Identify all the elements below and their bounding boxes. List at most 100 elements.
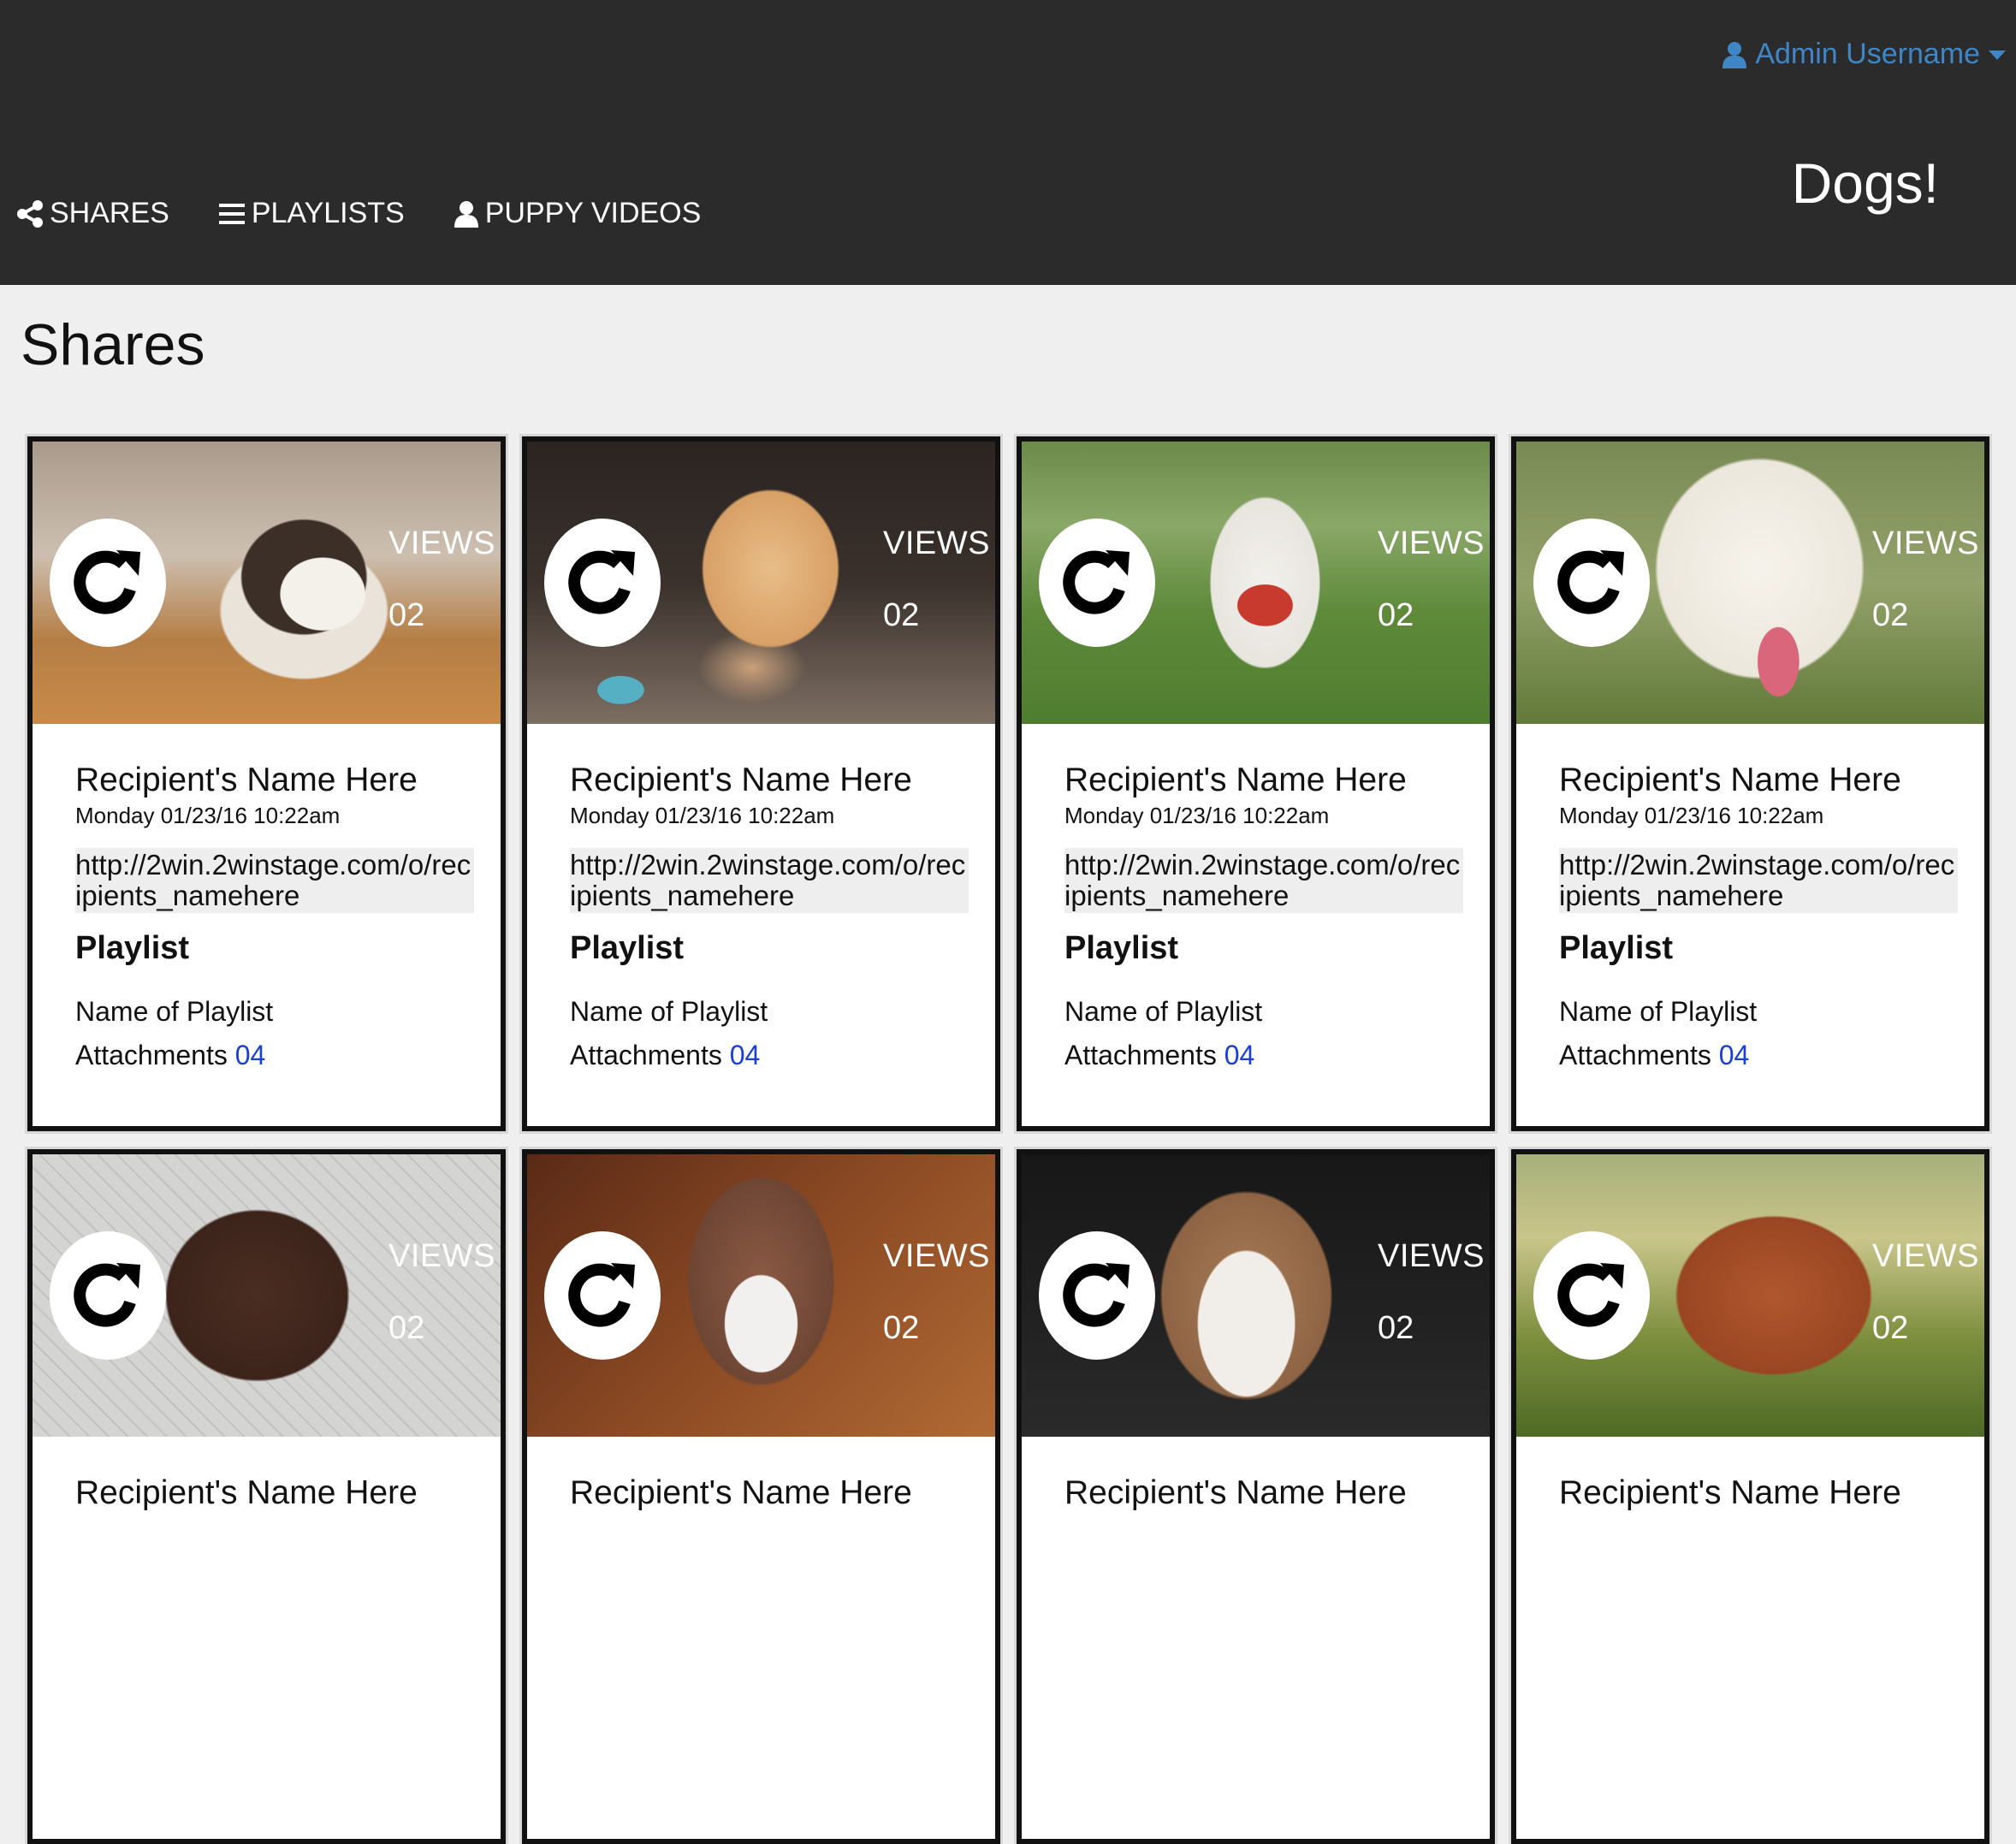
card-media: VIEWS 02 [527,442,995,724]
share-date: Monday 01/23/16 10:22am [75,803,341,828]
views-label: VIEWS [1378,1238,1485,1274]
card-body: Recipient's Name Here [527,1437,995,1512]
attachments-count[interactable]: 04 [1719,1040,1750,1070]
share-card[interactable]: VIEWS 02 Recipient's Name Here Monday 01… [522,436,1000,1131]
share-card[interactable]: VIEWS 02 Recipient's Name Here Monday 01… [1017,436,1495,1131]
views-label: VIEWS [388,1238,495,1274]
replay-button[interactable] [544,519,661,647]
views-label: VIEWS [1378,525,1485,561]
card-body: Recipient's Name Here [1516,1437,1984,1512]
replay-icon [74,550,140,614]
attachments-count[interactable]: 04 [730,1040,761,1070]
share-link[interactable]: http://2win.2winstage.com/o/recipients_n… [1559,848,1958,913]
card-body: Recipient's Name Here Monday 01/23/16 10… [1516,724,1984,1071]
share-card[interactable]: VIEWS 02 Recipient's Name Here Monday 01… [27,436,506,1131]
replay-button[interactable] [544,1231,661,1360]
views-label: VIEWS [883,525,990,561]
views-label: VIEWS [883,1238,990,1274]
views-count: 02 [1378,597,1414,633]
replay-icon [568,550,635,614]
replay-button[interactable] [1039,519,1155,647]
share-card[interactable]: VIEWS 02 Recipient's Name Here [1017,1149,1495,1844]
page-title: Shares [21,312,205,377]
site-title: Dogs! [1791,151,1939,215]
share-link[interactable]: http://2win.2winstage.com/o/recipients_n… [570,848,969,913]
attachments: Attachments 04 [1064,1040,1447,1071]
user-icon [454,200,478,228]
nav-puppy-videos-label: PUPPY VIDEOS [484,197,702,229]
playlist-name: Name of Playlist [1064,996,1263,1027]
recipient-name: Recipient's Name Here [75,762,418,798]
recipient-name: Recipient's Name Here [1064,1474,1407,1511]
share-date: Monday 01/23/16 10:22am [570,803,835,828]
user-menu[interactable]: Admin Username [1722,38,2006,71]
attachments: Attachments 04 [570,1040,952,1071]
replay-button[interactable] [50,1231,166,1360]
recipient-name: Recipient's Name Here [570,1474,912,1511]
views-count: 02 [883,597,920,633]
nav-playlists-label: PLAYLISTS [251,197,405,229]
replay-icon [1557,550,1624,614]
card-media: VIEWS 02 [1022,1154,1490,1437]
card-body: Recipient's Name Here Monday 01/23/16 10… [527,724,995,1071]
nav-puppy-videos[interactable]: PUPPY VIDEOS [454,197,702,230]
card-body: Recipient's Name Here Monday 01/23/16 10… [1022,724,1490,1071]
share-link[interactable]: http://2win.2winstage.com/o/recipients_n… [1064,848,1463,913]
views-count: 02 [1378,1310,1414,1346]
shares-grid: VIEWS 02 Recipient's Name Here Monday 01… [27,436,1989,1844]
replay-button[interactable] [50,519,166,647]
top-bar: Admin Username Dogs! SHARES PLAYLISTS PU… [0,0,2016,285]
replay-button[interactable] [1533,1231,1650,1360]
share-card[interactable]: VIEWS 02 Recipient's Name Here [522,1149,1000,1844]
views-count: 02 [388,1310,425,1346]
menu-icon [218,202,245,226]
attachments-count[interactable]: 04 [235,1040,266,1070]
card-media: VIEWS 02 [527,1154,995,1437]
nav-playlists[interactable]: PLAYLISTS [218,197,405,230]
share-date: Monday 01/23/16 10:22am [1064,803,1330,828]
card-body: Recipient's Name Here Monday 01/23/16 10… [33,724,501,1071]
share-icon [17,199,43,228]
playlist-heading: Playlist [1064,930,1179,966]
user-menu-label: Admin Username [1755,38,1980,70]
card-media: VIEWS 02 [1022,442,1490,724]
views-count: 02 [1872,597,1909,633]
recipient-name: Recipient's Name Here [1064,762,1407,798]
share-link[interactable]: http://2win.2winstage.com/o/recipients_n… [75,848,474,913]
attachments: Attachments 04 [1559,1040,1942,1071]
replay-button[interactable] [1039,1231,1155,1360]
share-card[interactable]: VIEWS 02 Recipient's Name Here [1511,1149,1989,1844]
views-label: VIEWS [1872,525,1979,561]
share-card[interactable]: VIEWS 02 Recipient's Name Here Monday 01… [1511,436,1989,1131]
share-date: Monday 01/23/16 10:22am [1559,803,1824,828]
replay-icon [74,1263,140,1327]
card-body: Recipient's Name Here [1022,1437,1490,1512]
attachments-label: Attachments [570,1040,722,1070]
playlist-heading: Playlist [570,930,685,966]
playlist-heading: Playlist [1559,930,1674,966]
replay-button[interactable] [1533,519,1650,647]
playlist-heading: Playlist [75,930,190,966]
views-count: 02 [388,597,425,633]
attachments-count[interactable]: 04 [1224,1040,1255,1070]
recipient-name: Recipient's Name Here [1559,1474,1901,1511]
card-media: VIEWS 02 [33,442,501,724]
nav-shares-label: SHARES [50,197,169,229]
playlist-name: Name of Playlist [570,996,768,1027]
caret-down-icon [1989,49,2006,61]
user-icon [1722,41,1747,68]
share-card[interactable]: VIEWS 02 Recipient's Name Here [27,1149,506,1844]
attachments-label: Attachments [1559,1040,1711,1070]
attachments: Attachments 04 [75,1040,458,1071]
main-nav: SHARES PLAYLISTS PUPPY VIDEOS [17,197,701,230]
replay-icon [1063,1263,1130,1327]
nav-shares[interactable]: SHARES [17,197,169,230]
recipient-name: Recipient's Name Here [1559,762,1901,798]
attachments-label: Attachments [1064,1040,1217,1070]
views-label: VIEWS [1872,1238,1979,1274]
replay-icon [1063,550,1130,614]
recipient-name: Recipient's Name Here [570,762,912,798]
replay-icon [568,1263,635,1327]
card-media: VIEWS 02 [1516,1154,1984,1437]
playlist-name: Name of Playlist [75,996,274,1027]
